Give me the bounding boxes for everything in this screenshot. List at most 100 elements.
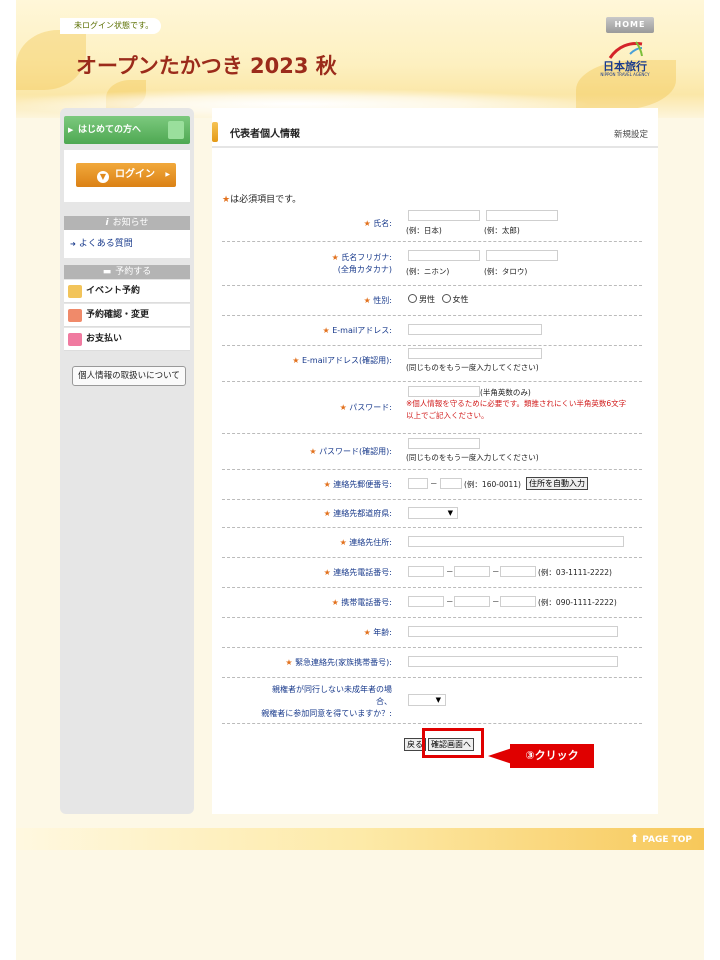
label-text: 年齢:	[373, 628, 392, 637]
phone-input-3[interactable]	[500, 566, 536, 577]
main-content: 代表者個人情報 新規設定 ★は必須項目です。 ★ 氏名: (例：日本) (例：太…	[212, 108, 658, 814]
zip-input-1[interactable]	[408, 478, 428, 489]
address-input[interactable]	[408, 536, 624, 547]
home-button[interactable]: HOME	[606, 17, 654, 33]
last-name-input[interactable]	[408, 210, 480, 221]
label-text: 性別:	[373, 296, 392, 305]
login-status: 未ログイン状態です。	[60, 18, 162, 34]
row-age: ★ 年齢:	[222, 618, 642, 648]
chevron-down-icon: ▼	[447, 509, 453, 517]
mobile-hint: (例：090-1111-2222)	[538, 598, 617, 607]
emergency-label: ★ 緊急連絡先(家族携帯番号):	[210, 657, 392, 669]
phone-label: ★ 連絡先電話番号:	[222, 567, 392, 579]
required-star-icon: ★	[309, 447, 317, 456]
email-confirm-label: ★ E-mailアドレス(確認用):	[210, 355, 392, 367]
sidebar-item-payment[interactable]: お支払い	[64, 328, 190, 351]
arrow-right-icon: ➜	[70, 240, 76, 248]
last-name-hint: (例：日本)	[406, 226, 442, 235]
required-star-icon: ★	[322, 326, 330, 335]
kana-label: ★ 氏名フリガナ: (全角カタカナ)	[222, 252, 392, 276]
auto-address-button[interactable]: 住所を自動入力	[526, 477, 588, 490]
gender-male-label: 男性	[419, 295, 435, 304]
row-address: ★ 連絡先住所:	[222, 528, 642, 558]
label-text: 連絡先電話番号:	[333, 568, 392, 577]
required-star-icon: ★	[363, 219, 371, 228]
sidebar-item-label: イベント予約	[86, 286, 141, 296]
emergency-input[interactable]	[408, 656, 618, 667]
gender-female-label: 女性	[452, 295, 469, 304]
password-hint: (半角英数のみ)	[480, 388, 531, 397]
prefecture-select[interactable]: ▼	[408, 507, 458, 519]
mobile-label: ★ 携帯電話番号:	[222, 597, 392, 609]
required-star-icon: ★	[285, 658, 293, 667]
gender-male-radio[interactable]	[408, 294, 417, 303]
page-top-link[interactable]: ⬆ PAGE TOP	[630, 832, 692, 845]
first-name-kana-hint: (例：タロウ)	[484, 267, 528, 276]
first-name-input[interactable]	[486, 210, 558, 221]
sidebar-item-label: 予約確認・変更	[86, 310, 150, 320]
age-input[interactable]	[408, 626, 618, 637]
news-section-body: ➜ よくある質問	[64, 230, 190, 258]
password-confirm-input[interactable]	[408, 438, 480, 449]
header: 未ログイン状態です。 オープンたかつき 2023 秋 HOME 日本旅行 NIP…	[16, 0, 704, 118]
first-name-kana-input[interactable]	[486, 250, 558, 261]
phone-hint: (例：03-1111-2222)	[538, 568, 612, 577]
click-callout: ③クリック	[488, 744, 596, 768]
sidebar-beginners-button[interactable]: ▶ はじめての方へ	[64, 116, 190, 144]
minor-consent-select[interactable]: ▼	[408, 694, 446, 706]
nippon-travel-logo[interactable]: 日本旅行 NIPPON TRAVEL AGENCY	[594, 40, 656, 80]
zip-input-2[interactable]	[440, 478, 462, 489]
password-label: ★ パスワード:	[222, 402, 392, 414]
gender-label: ★ 性別:	[222, 295, 392, 307]
required-star-icon: ★	[363, 296, 371, 305]
email-confirm-hint: (同じものをもう一度入力してください)	[406, 363, 539, 372]
label-text: 連絡先都道府県:	[333, 509, 392, 518]
zip-label: ★ 連絡先郵便番号:	[222, 479, 392, 491]
email-confirm-input[interactable]	[408, 348, 542, 359]
row-password-confirm: ★ パスワード(確認用): (同じものをもう一度入力してください)	[222, 434, 642, 470]
mobile-input-3[interactable]	[500, 596, 536, 607]
sidebar-item-event-reserve[interactable]: イベント予約	[64, 280, 190, 303]
sidebar: ▶ はじめての方へ ▼ ログイン ▶ i お知らせ ➜ よくある質問 ▬ 予約する イ…	[60, 108, 194, 814]
gender-female-radio[interactable]	[441, 294, 451, 303]
mobile-input-1[interactable]	[408, 596, 444, 607]
news-head-label: お知らせ	[112, 218, 149, 228]
logo-swoosh-icon	[608, 41, 643, 59]
label-text: 氏名:	[373, 219, 392, 228]
required-star-icon: ★	[292, 356, 300, 365]
reserve-head-label: 予約する	[115, 267, 152, 277]
footer: ⬆ PAGE TOP	[16, 828, 704, 850]
faq-link[interactable]: ➜ よくある質問	[64, 230, 190, 249]
label-text: 合、	[376, 697, 392, 706]
info-icon: i	[105, 218, 109, 228]
last-name-kana-input[interactable]	[408, 250, 480, 261]
email-input[interactable]	[408, 324, 542, 335]
phone-separator: －	[446, 567, 454, 576]
label-text: E-mailアドレス(確認用):	[301, 356, 392, 365]
minor-consent-label: 親権者が同行しない未成年者の場 合、 親権者に参加同意を得ていますか？:	[212, 684, 392, 720]
privacy-policy-button[interactable]: 個人情報の取扱いについて	[72, 366, 186, 386]
password-input[interactable]	[408, 386, 480, 397]
news-section-header: i お知らせ	[64, 216, 190, 230]
first-name-hint: (例：太郎)	[484, 226, 520, 235]
required-star-icon: ★	[323, 509, 331, 518]
label-text: E-mailアドレス:	[332, 326, 392, 335]
sidebar-item-reserve-check[interactable]: 予約確認・変更	[64, 304, 190, 327]
login-button[interactable]: ▼ ログイン ▶	[76, 163, 176, 187]
row-mobile: ★ 携帯電話番号: － － (例：090-1111-2222)	[222, 588, 642, 618]
arrow-right-icon: ▶	[165, 171, 170, 178]
phone-input-2[interactable]	[454, 566, 490, 577]
phone-input-1[interactable]	[408, 566, 444, 577]
required-star-icon: ★	[363, 628, 371, 637]
highlight-box	[422, 728, 484, 758]
required-star-icon: ★	[331, 253, 339, 262]
required-star-icon: ★	[323, 480, 331, 489]
row-email: ★ E-mailアドレス:	[222, 316, 642, 346]
mobile-input-2[interactable]	[454, 596, 490, 607]
row-email-confirm: ★ E-mailアドレス(確認用): (同じものをもう一度入力してください)	[222, 346, 642, 382]
calendar-icon	[68, 285, 82, 298]
label-text: 連絡先郵便番号:	[333, 480, 392, 489]
reserve-section-header: ▬ 予約する	[64, 265, 190, 279]
book-icon	[168, 121, 184, 139]
chevron-down-icon: ▼	[435, 696, 441, 704]
